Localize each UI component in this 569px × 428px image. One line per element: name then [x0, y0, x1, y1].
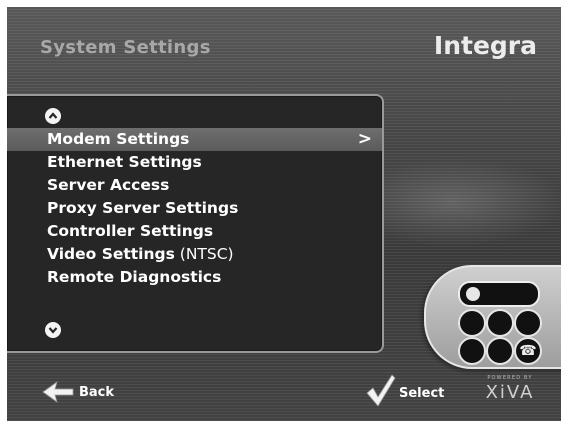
menu-item-label: Ethernet Settings	[47, 153, 202, 171]
keypad-display	[458, 281, 540, 307]
keypad-indicator-dot	[466, 287, 480, 301]
settings-menu: Modem Settings > Ethernet Settings Serve…	[7, 94, 384, 353]
select-label: Select	[399, 385, 445, 401]
chevron-right-icon: >	[357, 129, 372, 149]
keypad-key	[458, 309, 486, 337]
keypad-key	[486, 337, 514, 365]
keypad-phone-icon: ☎	[424, 265, 561, 369]
back-label: Back	[79, 384, 115, 400]
powered-by-text: POWERED BY	[487, 375, 533, 381]
menu-item-label: Controller Settings	[47, 222, 214, 240]
menu-item-suffix: (NTSC)	[174, 245, 234, 263]
menu-item-label: Remote Diagnostics	[47, 268, 222, 286]
checkmark-icon	[366, 374, 396, 407]
page-title: System Settings	[40, 37, 211, 58]
menu-item-controller-settings[interactable]: Controller Settings	[7, 220, 382, 243]
back-arrow-icon	[42, 381, 74, 403]
back-button[interactable]: Back	[41, 380, 114, 404]
chevron-up-circle-icon[interactable]	[45, 108, 61, 124]
menu-item-video-settings[interactable]: Video Settings (NTSC)	[7, 243, 382, 266]
menu-item-proxy-server-settings[interactable]: Proxy Server Settings	[7, 197, 382, 220]
brand-logo: Integra	[433, 31, 537, 60]
keypad-key	[514, 309, 542, 337]
select-button[interactable]: Select	[365, 373, 444, 407]
keypad-key	[486, 309, 514, 337]
menu-list: Modem Settings > Ethernet Settings Serve…	[7, 128, 382, 289]
keypad-key	[458, 337, 486, 365]
menu-item-modem-settings[interactable]: Modem Settings >	[7, 128, 382, 151]
menu-item-ethernet-settings[interactable]: Ethernet Settings	[7, 151, 382, 174]
xiva-logo: POWERED BY XiVA	[483, 375, 537, 403]
menu-item-label: Server Access	[47, 176, 170, 194]
system-settings-screen: System Settings Integra Modem Settings >…	[7, 7, 561, 421]
menu-item-label: Video Settings	[47, 245, 175, 263]
platform-name: XiVA	[485, 382, 535, 403]
menu-item-server-access[interactable]: Server Access	[7, 174, 382, 197]
chevron-down-circle-icon[interactable]	[45, 322, 61, 338]
menu-item-remote-diagnostics[interactable]: Remote Diagnostics	[7, 266, 382, 289]
menu-item-label: Modem Settings	[47, 130, 190, 148]
menu-item-label: Proxy Server Settings	[47, 199, 239, 217]
phone-handset-icon: ☎	[514, 337, 542, 365]
